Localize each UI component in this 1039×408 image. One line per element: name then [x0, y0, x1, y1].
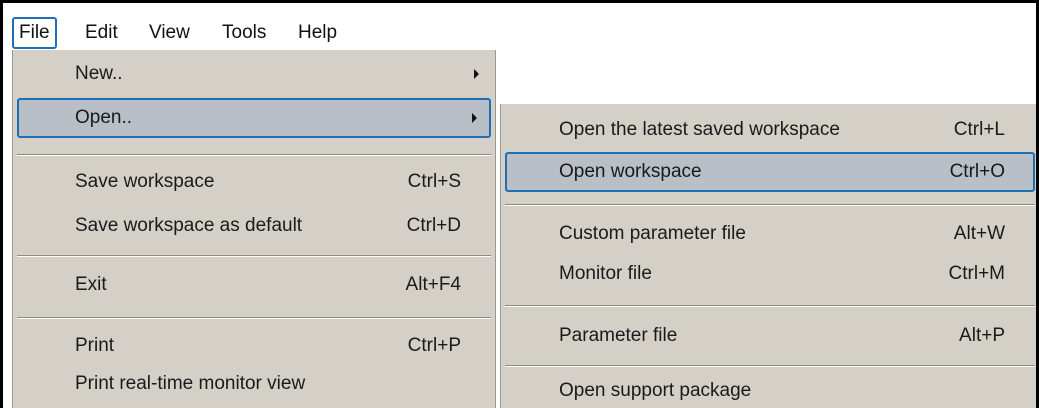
shortcut-label: Alt+W [953, 223, 1005, 244]
menu-item-label: Print real-time monitor view [75, 373, 306, 394]
shortcut-label: Ctrl+L [953, 119, 1005, 140]
menu-separator [17, 154, 491, 156]
menu-item-label: Open workspace [559, 161, 702, 182]
menu-item-save-workspace-default[interactable]: Save workspace as default Ctrl+D [17, 206, 491, 246]
file-menu-dropdown: New.. Open.. Save workspace Ctrl+S Save … [12, 50, 496, 408]
submenu-arrow-icon [474, 69, 479, 79]
menu-item-custom-parameter-file[interactable]: Custom parameter file Alt+W [505, 214, 1035, 254]
submenu-arrow-icon [472, 113, 477, 123]
menu-edit[interactable]: Edit [85, 17, 118, 49]
menu-item-label: Custom parameter file [559, 223, 746, 244]
menu-item-label: New.. [75, 63, 123, 84]
open-submenu: Open the latest saved workspace Ctrl+L O… [500, 104, 1039, 408]
menu-separator [17, 255, 491, 257]
menu-help[interactable]: Help [298, 17, 337, 49]
menu-separator [17, 317, 491, 319]
shortcut-label: Alt+F4 [405, 274, 461, 295]
menu-item-label: Save workspace as default [75, 215, 303, 236]
menu-item-label: Save workspace [75, 171, 215, 192]
menu-item-open-support-package[interactable]: Open support package [505, 371, 1035, 408]
menu-item-open-workspace[interactable]: Open workspace Ctrl+O [505, 152, 1035, 192]
menu-bar: File Edit View Tools Help [3, 3, 1036, 50]
menu-item-exit[interactable]: Exit Alt+F4 [17, 265, 491, 305]
menu-item-new[interactable]: New.. [17, 54, 491, 94]
menu-item-print-monitor-view[interactable]: Print real-time monitor view [17, 364, 491, 404]
menu-separator [505, 365, 1035, 367]
menu-item-label: Open.. [75, 107, 133, 128]
menu-item-label: Print [75, 335, 115, 356]
shortcut-label: Alt+P [959, 325, 1005, 346]
menu-item-label: Open support package [559, 380, 752, 401]
shortcut-label: Ctrl+P [407, 335, 461, 356]
menu-item-open[interactable]: Open.. [17, 98, 491, 138]
shortcut-label: Ctrl+M [948, 263, 1005, 284]
menu-item-label: Exit [75, 274, 107, 295]
shortcut-label: Ctrl+D [406, 215, 461, 236]
menu-item-label: Parameter file [559, 325, 678, 346]
menu-item-save-workspace[interactable]: Save workspace Ctrl+S [17, 162, 491, 202]
menu-item-open-latest-workspace[interactable]: Open the latest saved workspace Ctrl+L [505, 110, 1035, 150]
menu-item-label: Open the latest saved workspace [559, 119, 840, 140]
shortcut-label: Ctrl+S [407, 171, 461, 192]
menu-view[interactable]: View [149, 17, 190, 49]
menu-item-label: Monitor file [559, 263, 652, 284]
shortcut-label: Ctrl+O [949, 161, 1005, 182]
menu-separator [505, 204, 1035, 206]
menu-item-print[interactable]: Print Ctrl+P [17, 326, 491, 366]
menu-separator [505, 305, 1035, 307]
menu-item-monitor-file[interactable]: Monitor file Ctrl+M [505, 254, 1035, 294]
menu-item-parameter-file[interactable]: Parameter file Alt+P [505, 316, 1035, 356]
menu-file[interactable]: File [12, 17, 57, 49]
menu-tools[interactable]: Tools [222, 17, 266, 49]
